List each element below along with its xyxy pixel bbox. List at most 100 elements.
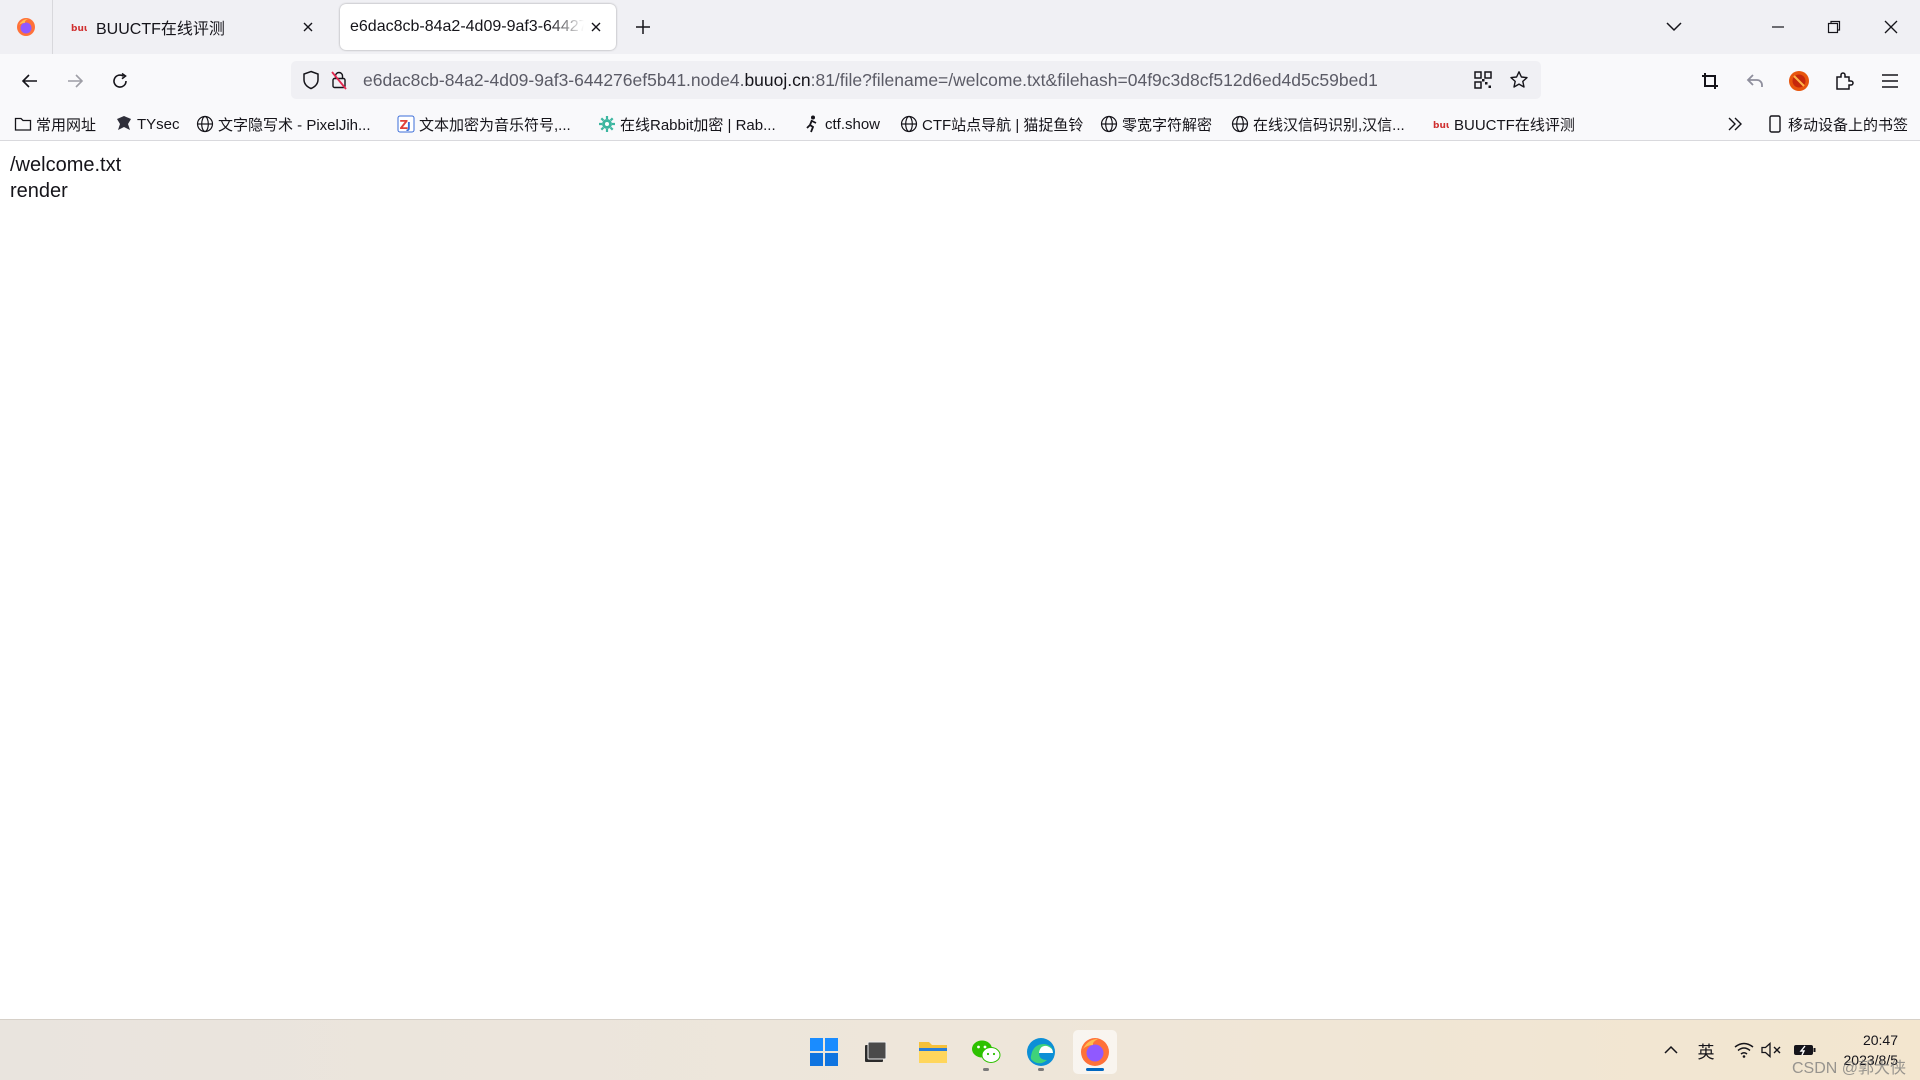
- bookmark-item[interactable]: CTF站点导航 | 猫捉鱼铃: [900, 107, 1083, 141]
- bookmark-item[interactable]: buu BUUCTF在线评测: [1432, 107, 1575, 141]
- undo-close-button[interactable]: [1737, 63, 1773, 99]
- chevron-up-icon: [1664, 1045, 1678, 1054]
- bookmark-item[interactable]: 在线Rabbit加密 | Rab...: [598, 107, 776, 141]
- arrow-left-icon: [21, 74, 37, 88]
- screenshot-button[interactable]: [1692, 63, 1728, 99]
- bookmark-folder[interactable]: 常用网址: [14, 107, 96, 141]
- running-indicator: [983, 1068, 989, 1071]
- reload-button[interactable]: [102, 63, 138, 99]
- app-menu-button[interactable]: [1872, 63, 1908, 99]
- mobile-bookmarks-folder[interactable]: 移动设备上的书签: [1766, 107, 1908, 141]
- tab-current[interactable]: e6dac8cb-84a2-4d09-9af3-644276ef5b41.nod…: [340, 4, 616, 50]
- file-content: /welcome.txt render: [10, 152, 1920, 204]
- url-bar[interactable]: e6dac8cb-84a2-4d09-9af3-644276ef5b41.nod…: [291, 61, 1541, 99]
- bookmark-label: 文字隐写术 - PixelJih...: [218, 116, 371, 134]
- taskbar-app-edge[interactable]: [1019, 1030, 1063, 1074]
- close-tab-icon[interactable]: [584, 15, 608, 39]
- firefox-icon: [17, 18, 35, 36]
- bookmark-label: 在线汉信码识别,汉信...: [1253, 116, 1405, 134]
- double-chevron-right-icon: [1728, 117, 1742, 131]
- puzzle-icon: [1836, 72, 1854, 90]
- qr-code-icon[interactable]: [1469, 66, 1497, 94]
- more-bookmarks-button[interactable]: [1727, 107, 1743, 141]
- taskbar-app-wechat[interactable]: [964, 1030, 1008, 1074]
- start-button[interactable]: [802, 1030, 846, 1074]
- extension-button[interactable]: [1781, 63, 1817, 99]
- close-window-button[interactable]: [1871, 8, 1911, 46]
- svg-text:J: J: [406, 121, 411, 132]
- back-button[interactable]: [12, 63, 48, 99]
- globe-icon: [196, 115, 214, 133]
- bookmark-label: TYsec: [137, 115, 180, 133]
- globe-icon: [1231, 115, 1249, 133]
- tracking-protection-shield-icon[interactable]: [297, 66, 325, 94]
- taskbar-app-firefox[interactable]: [1073, 1030, 1117, 1074]
- undo-arrow-icon: [1746, 74, 1763, 87]
- bookmark-item[interactable]: TYsec: [115, 107, 180, 141]
- url-text[interactable]: e6dac8cb-84a2-4d09-9af3-644276ef5b41.nod…: [363, 70, 1461, 91]
- taskbar-app-file-explorer[interactable]: [911, 1030, 955, 1074]
- task-view-icon: [865, 1041, 887, 1062]
- tab-title: e6dac8cb-84a2-4d09-9af3-644276ef5b41.nod…: [350, 18, 584, 35]
- tab-title: BUUCTF在线评测: [96, 21, 225, 38]
- url-path: :81/file?filename=/welcome.txt&filehash=…: [810, 69, 1378, 90]
- firefox-view-button[interactable]: [0, 0, 53, 54]
- globe-icon: [900, 115, 918, 133]
- bookmark-item[interactable]: 文字隐写术 - PixelJih...: [196, 107, 371, 141]
- forward-button[interactable]: [57, 63, 93, 99]
- taskbar-app-terminal[interactable]: [853, 1030, 897, 1074]
- taskbar: 英 20:47 2023/8/5 CSDN @郭大侠: [0, 1019, 1920, 1080]
- tysec-icon: [115, 115, 133, 133]
- wifi-icon[interactable]: [1732, 1038, 1756, 1062]
- insecure-lock-icon[interactable]: [325, 66, 353, 94]
- bookmark-star-icon[interactable]: [1505, 66, 1533, 94]
- url-domain: buuoj.cn: [744, 69, 811, 90]
- tab-buuctf[interactable]: buu BUUCTF在线评测: [56, 4, 328, 50]
- bookmark-item[interactable]: ZJ 文本加密为音乐符号,...: [397, 107, 571, 141]
- restore-button[interactable]: [1814, 8, 1854, 46]
- gear-icon: [598, 115, 616, 133]
- folder-icon: [14, 115, 32, 133]
- tab-strip: buu BUUCTF在线评测 e6dac8cb-84a2-4d09-9af3-6…: [0, 0, 1920, 54]
- restore-icon: [1827, 20, 1841, 34]
- input-method-indicator[interactable]: 英: [1694, 1038, 1718, 1062]
- close-icon: [1884, 20, 1898, 34]
- content-line-1: /welcome.txt: [10, 154, 122, 176]
- plus-icon: [636, 20, 650, 34]
- bookmark-item[interactable]: 零宽字符解密: [1100, 107, 1212, 141]
- close-tab-icon[interactable]: [296, 15, 320, 39]
- bookmark-item[interactable]: 在线汉信码识别,汉信...: [1231, 107, 1405, 141]
- show-hidden-icons-button[interactable]: [1661, 1038, 1681, 1062]
- volume-muted-icon[interactable]: [1760, 1038, 1784, 1062]
- browser-window: buu BUUCTF在线评测 e6dac8cb-84a2-4d09-9af3-6…: [0, 0, 1920, 1019]
- bookmark-item[interactable]: ctf.show: [803, 107, 880, 141]
- edge-icon: [1027, 1038, 1055, 1066]
- bookmark-label: ctf.show: [825, 115, 881, 133]
- active-indicator: [1086, 1068, 1104, 1071]
- runner-icon: [803, 115, 821, 133]
- bookmark-label: 常用网址: [36, 116, 97, 134]
- navigation-toolbar: e6dac8cb-84a2-4d09-9af3-644276ef5b41.nod…: [0, 54, 1920, 107]
- bookmark-label: 在线Rabbit加密 | Rab...: [620, 116, 776, 134]
- extension-badge-icon: [1789, 71, 1809, 91]
- bookmark-label: 移动设备上的书签: [1788, 116, 1909, 134]
- bookmark-label: CTF站点导航 | 猫捉鱼铃: [922, 116, 1084, 134]
- bookmark-label: 文本加密为音乐符号,...: [419, 116, 571, 134]
- page-content: /welcome.txt render: [0, 142, 1920, 1019]
- bookmark-label: BUUCTF在线评测: [1454, 116, 1575, 134]
- new-tab-button[interactable]: [628, 12, 658, 42]
- list-all-tabs-button[interactable]: [1654, 8, 1694, 46]
- firefox-icon: [1081, 1038, 1109, 1066]
- buuctf-icon: buu: [1432, 115, 1450, 133]
- extensions-button[interactable]: [1826, 63, 1862, 99]
- svg-text:buu: buu: [1433, 121, 1449, 129]
- watermark-text: CSDN @郭大侠: [1791, 1060, 1906, 1077]
- minimize-icon: [1772, 26, 1784, 28]
- bookmark-label: 零宽字符解密: [1122, 116, 1213, 134]
- minimize-button[interactable]: [1758, 8, 1798, 46]
- windows-logo-icon: [810, 1038, 838, 1066]
- chevron-down-icon: [1666, 22, 1682, 32]
- globe-icon: [1100, 115, 1118, 133]
- wechat-icon: [972, 1040, 1001, 1063]
- crop-icon: [1702, 73, 1718, 89]
